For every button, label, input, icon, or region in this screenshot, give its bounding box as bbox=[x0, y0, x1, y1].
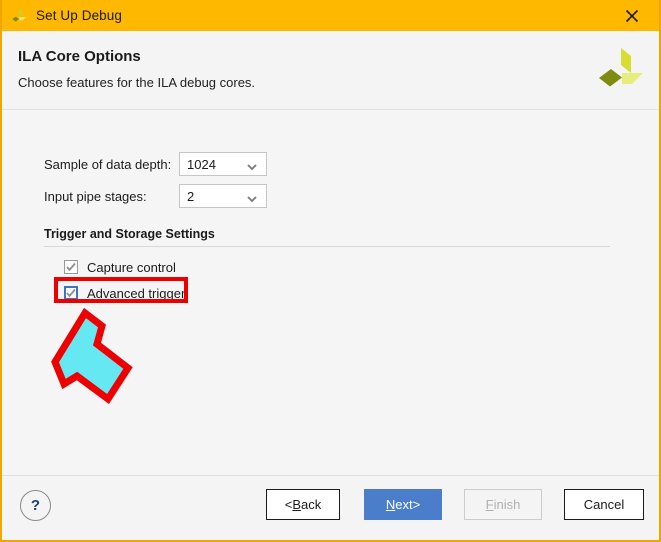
finish-button-mnemonic: F bbox=[486, 497, 494, 512]
checkbox-row-advanced-trigger[interactable]: Advanced trigger bbox=[64, 283, 185, 303]
back-button-mnemonic: B bbox=[292, 497, 301, 512]
input-pipe-stages-value: 2 bbox=[180, 189, 194, 204]
back-button-prefix: < bbox=[285, 497, 293, 512]
back-button[interactable]: < Back bbox=[266, 489, 340, 520]
xilinx-pinwheel-logo-icon bbox=[597, 45, 645, 95]
close-icon[interactable] bbox=[611, 0, 653, 31]
input-pipe-stages-label: Input pipe stages: bbox=[44, 189, 179, 204]
input-pipe-stages-dropdown[interactable]: 2 bbox=[179, 184, 267, 208]
dialog-header: ILA Core Options Choose features for the… bbox=[2, 31, 659, 110]
cancel-button[interactable]: Cancel bbox=[564, 489, 644, 520]
sample-depth-row: Sample of data depth: 1024 bbox=[44, 152, 267, 176]
check-mark-icon bbox=[66, 288, 77, 299]
cancel-button-rest: Cancel bbox=[584, 497, 624, 512]
window-title: Set Up Debug bbox=[36, 8, 122, 23]
next-button-mnemonic: N bbox=[386, 497, 395, 512]
sample-depth-value: 1024 bbox=[180, 157, 216, 172]
dialog-footer: ? < Back Next > Finish Cancel bbox=[2, 475, 659, 540]
next-button-rest: ext bbox=[395, 497, 412, 512]
sample-depth-label: Sample of data depth: bbox=[44, 157, 179, 172]
page-subtitle: Choose features for the ILA debug cores. bbox=[18, 75, 255, 90]
xilinx-logo-icon bbox=[10, 7, 28, 25]
next-button[interactable]: Next > bbox=[364, 489, 442, 520]
sample-depth-dropdown[interactable]: 1024 bbox=[179, 152, 267, 176]
finish-button: Finish bbox=[464, 489, 542, 520]
chevron-down-icon bbox=[247, 159, 257, 169]
set-up-debug-dialog: Set Up Debug ILA Core Options Choose fea… bbox=[0, 0, 661, 542]
chevron-down-icon bbox=[247, 191, 257, 201]
help-question-icon[interactable]: ? bbox=[20, 490, 51, 521]
title-bar: Set Up Debug bbox=[0, 0, 661, 31]
page-title: ILA Core Options bbox=[18, 48, 141, 65]
checkbox-row-capture-control[interactable]: Capture control bbox=[64, 257, 176, 277]
back-button-rest: ack bbox=[301, 497, 321, 512]
check-mark-icon bbox=[66, 262, 77, 273]
advanced-trigger-checkbox[interactable] bbox=[64, 286, 78, 300]
capture-control-label: Capture control bbox=[87, 260, 176, 275]
input-pipe-stages-row: Input pipe stages: 2 bbox=[44, 184, 267, 208]
advanced-trigger-label: Advanced trigger bbox=[87, 286, 185, 301]
section-divider bbox=[44, 246, 610, 247]
next-button-suffix: > bbox=[413, 497, 421, 512]
trigger-storage-section-title: Trigger and Storage Settings bbox=[44, 227, 215, 241]
capture-control-checkbox[interactable] bbox=[64, 260, 78, 274]
dialog-body: Sample of data depth: 1024 Input pipe st… bbox=[2, 110, 659, 475]
finish-button-rest: inish bbox=[494, 497, 521, 512]
